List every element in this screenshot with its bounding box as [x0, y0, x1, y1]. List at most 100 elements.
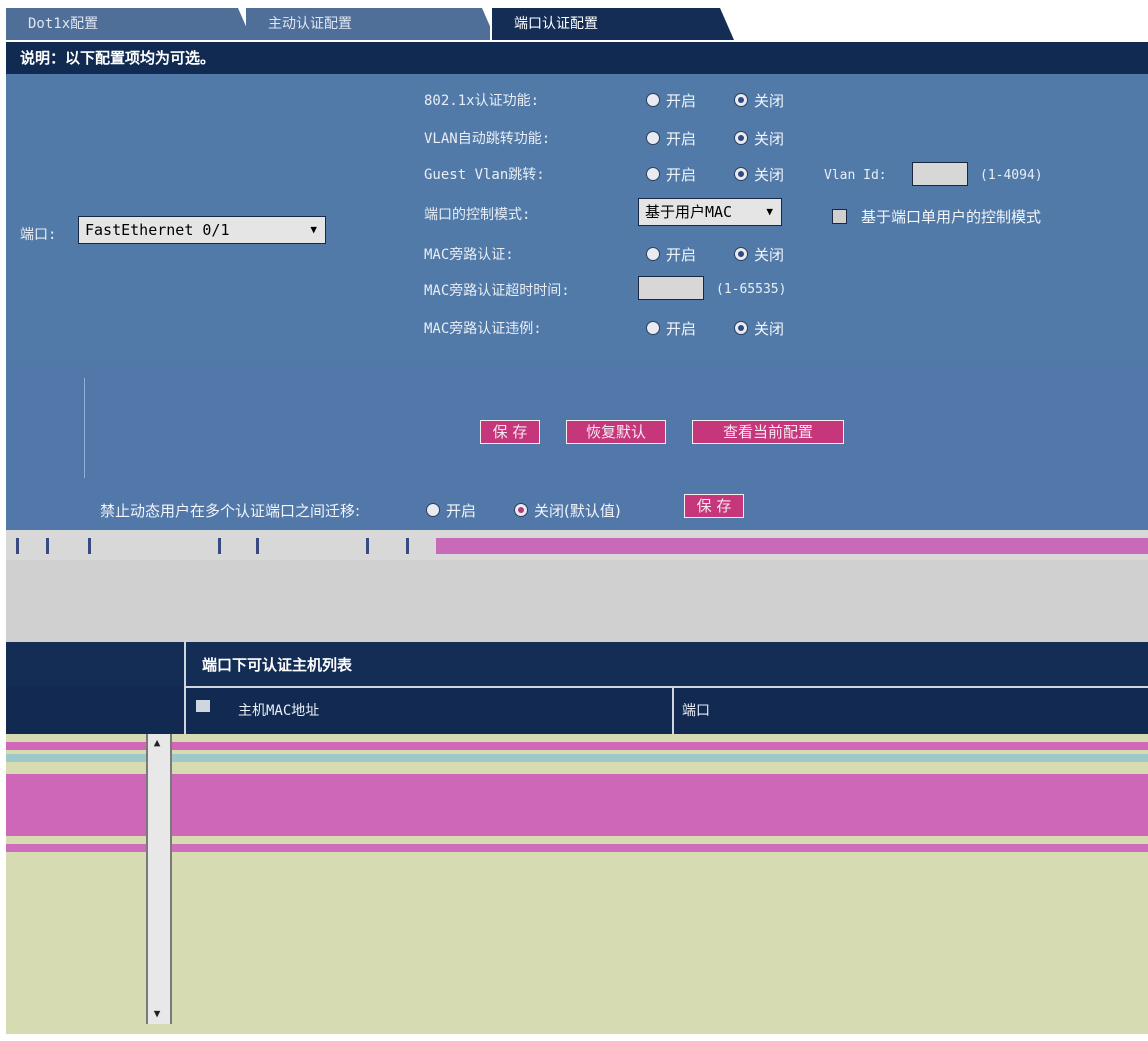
control-mode-value: 基于用户MAC: [645, 203, 733, 221]
checkbox-label: 基于端口单用户的控制模式: [861, 208, 1042, 226]
column-mac: 主机MAC地址: [238, 703, 320, 719]
radio-icon: [734, 247, 748, 261]
artifact-mark: [256, 538, 259, 554]
divider: [184, 642, 186, 686]
tab-label: Dot1x配置: [28, 16, 99, 32]
mac-bypass-violation-on-radio[interactable]: 开启: [646, 318, 696, 339]
radio-icon: [514, 503, 528, 517]
save-button[interactable]: 保 存: [480, 420, 540, 444]
artifact-mark: [46, 538, 49, 554]
radio-label: 关闭: [754, 166, 785, 184]
view-current-config-button[interactable]: 查看当前配置: [692, 420, 844, 444]
artifact-mark: [406, 538, 409, 554]
radio-label: 开启: [666, 130, 697, 148]
divider: [84, 378, 85, 478]
migrate-off-radio[interactable]: 关闭(默认值): [514, 500, 621, 521]
port-select[interactable]: FastEthernet 0/1 ▼: [78, 216, 326, 244]
vlan-jump-off-radio[interactable]: 关闭: [734, 128, 784, 149]
radio-label: 开启: [666, 92, 697, 110]
radio-icon: [646, 167, 660, 181]
column-port: 端口: [682, 703, 710, 719]
tab-active-auth-config[interactable]: 主动认证配置: [246, 8, 490, 40]
radio-label: 关闭(默认值): [534, 502, 621, 520]
tab-bar: Dot1x配置 主动认证配置 端口认证配置: [6, 8, 1148, 40]
host-list-column-header: 主机MAC地址 端口: [6, 686, 1148, 734]
radio-label: 关闭: [754, 92, 785, 110]
divider: [672, 686, 674, 734]
mac-bypass-violation-label: MAC旁路认证违例:: [424, 321, 542, 337]
radio-label: 开启: [666, 246, 697, 264]
vlan-id-range: (1-4094): [980, 168, 1043, 183]
dot1x-on-radio[interactable]: 开启: [646, 90, 696, 111]
radio-icon: [734, 131, 748, 145]
tab-port-auth-config[interactable]: 端口认证配置: [492, 8, 734, 40]
migrate-label: 禁止动态用户在多个认证端口之间迁移:: [100, 502, 361, 520]
radio-label: 关闭: [754, 130, 785, 148]
migrate-save-button[interactable]: 保 存: [684, 494, 744, 518]
radio-icon: [646, 131, 660, 145]
artifact-mark: [366, 538, 369, 554]
mac-bypass-violation-off-radio[interactable]: 关闭: [734, 318, 784, 339]
config-panel: 端口: FastEthernet 0/1 ▼ 802.1x认证功能: 开启 关闭…: [6, 74, 1148, 358]
mac-bypass-off-radio[interactable]: 关闭: [734, 244, 784, 265]
artifact-bar: [436, 538, 1148, 554]
table-row[interactable]: [6, 754, 1148, 762]
radio-icon: [426, 503, 440, 517]
restore-default-button[interactable]: 恢复默认: [566, 420, 666, 444]
migrate-on-radio[interactable]: 开启: [426, 500, 476, 521]
host-list-title: 端口下可认证主机列表: [202, 656, 353, 674]
radio-label: 关闭: [754, 246, 785, 264]
radio-label: 开启: [446, 502, 477, 520]
radio-icon: [646, 321, 660, 335]
mac-bypass-label: MAC旁路认证:: [424, 247, 514, 263]
mac-bypass-timeout-range: (1-65535): [716, 282, 787, 297]
vlan-id-input[interactable]: [912, 162, 968, 186]
radio-icon: [734, 321, 748, 335]
vlan-jump-label: VLAN自动跳转功能:: [424, 131, 551, 147]
radio-label: 开启: [666, 320, 697, 338]
mac-bypass-timeout-label: MAC旁路认证超时时间:: [424, 283, 570, 299]
divider: [184, 686, 186, 734]
port-label: 端口:: [20, 227, 57, 243]
arrow-down-icon[interactable]: ▼: [150, 1007, 164, 1020]
vlan-id-label: Vlan Id:: [824, 168, 887, 183]
control-mode-select[interactable]: 基于用户MAC ▼: [638, 198, 782, 226]
select-all-checkbox[interactable]: [196, 700, 210, 712]
guest-vlan-label: Guest Vlan跳转:: [424, 167, 545, 183]
artifact-mark: [88, 538, 91, 554]
single-user-mode-checkbox[interactable]: 基于端口单用户的控制模式: [832, 206, 1041, 227]
radio-icon: [646, 93, 660, 107]
dot1x-off-radio[interactable]: 关闭: [734, 90, 784, 111]
note-banner: 说明：以下配置项均为可选。: [6, 42, 1148, 74]
checkbox-icon: [832, 209, 847, 224]
render-artifact-gray: [6, 560, 1148, 642]
radio-icon: [646, 247, 660, 261]
chevron-down-icon: ▼: [766, 205, 773, 218]
action-panel: 保 存 恢复默认 查看当前配置 禁止动态用户在多个认证端口之间迁移: 开启 关闭…: [6, 358, 1148, 530]
arrow-up-icon[interactable]: ▲: [150, 736, 164, 749]
table-row[interactable]: [6, 844, 1148, 852]
host-list-body: ▲ ▼: [6, 734, 1148, 1034]
artifact-mark: [218, 538, 221, 554]
tab-label: 端口认证配置: [514, 16, 598, 32]
control-mode-label: 端口的控制模式:: [424, 207, 531, 223]
mac-bypass-on-radio[interactable]: 开启: [646, 244, 696, 265]
dot1x-label: 802.1x认证功能:: [424, 93, 540, 109]
render-artifact-band: [6, 530, 1148, 560]
guest-vlan-off-radio[interactable]: 关闭: [734, 164, 784, 185]
host-list-header: 端口下可认证主机列表: [6, 642, 1148, 686]
radio-label: 关闭: [754, 320, 785, 338]
table-row[interactable]: [6, 774, 1148, 836]
radio-icon: [734, 93, 748, 107]
tab-label: 主动认证配置: [268, 16, 352, 32]
mac-bypass-timeout-input[interactable]: [638, 276, 704, 300]
table-row[interactable]: [6, 742, 1148, 750]
radio-label: 开启: [666, 166, 697, 184]
vlan-jump-on-radio[interactable]: 开启: [646, 128, 696, 149]
radio-icon: [734, 167, 748, 181]
port-select-value: FastEthernet 0/1: [85, 221, 230, 239]
guest-vlan-on-radio[interactable]: 开启: [646, 164, 696, 185]
chevron-down-icon: ▼: [310, 223, 317, 236]
vertical-scrollbar[interactable]: ▲ ▼: [146, 734, 172, 1024]
tab-dot1x-config[interactable]: Dot1x配置: [6, 8, 250, 40]
